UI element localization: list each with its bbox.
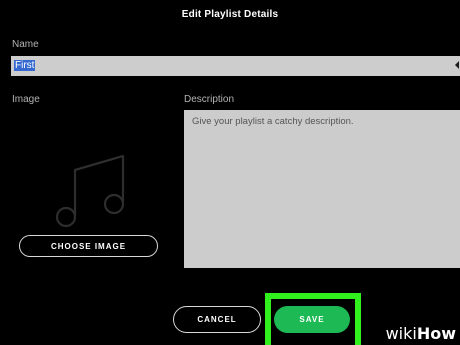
description-textarea[interactable]: Give your playlist a catchy description. [184,110,460,268]
wikihow-watermark: wikiHow [386,325,456,343]
dialog-title: Edit Playlist Details [181,9,279,20]
watermark-how: How [416,324,456,343]
input-edge-arrow-icon [455,61,459,69]
image-label: Image [12,94,40,105]
cancel-button[interactable]: CANCEL [173,306,261,333]
name-input-value: First [14,60,36,71]
save-button[interactable]: SAVE [274,306,350,333]
choose-image-button[interactable]: CHOOSE IMAGE [19,235,158,257]
music-note-icon [55,154,125,228]
name-label: Name [12,39,39,50]
description-label: Description [184,94,235,105]
name-input[interactable]: First [11,56,460,76]
watermark-wiki: wiki [385,324,417,343]
